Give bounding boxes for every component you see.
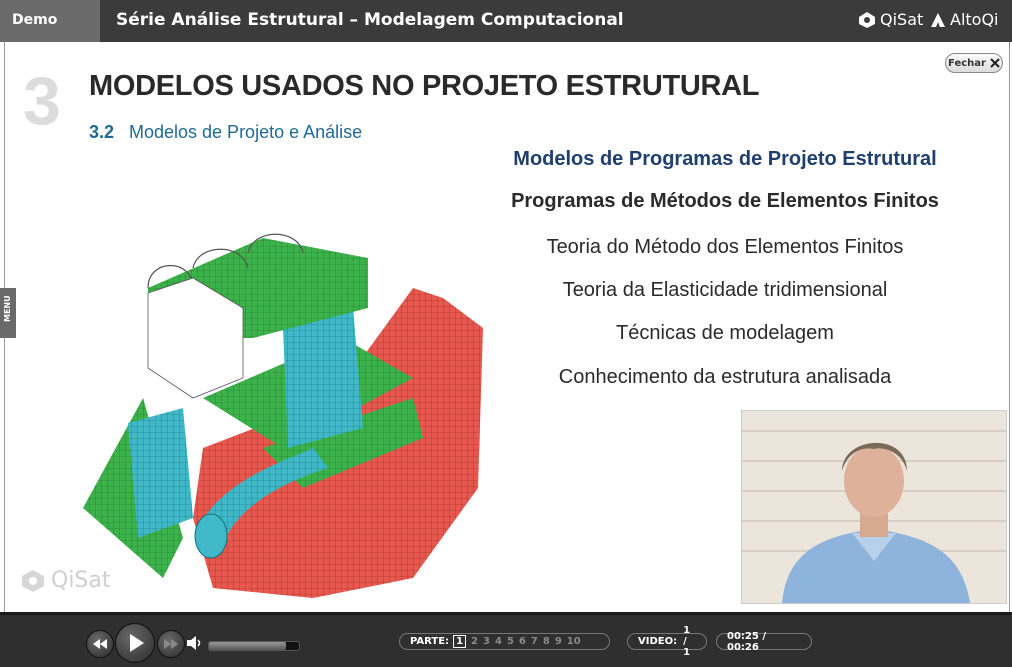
presenter-image (742, 411, 1006, 603)
part-item[interactable]: 6 (519, 636, 526, 647)
bullet-item: Teoria do Método dos Elementos Finitos (546, 236, 904, 258)
part-item[interactable]: 8 (543, 636, 550, 647)
forward-button[interactable] (157, 630, 185, 658)
close-icon (990, 58, 1000, 68)
video-label: VIDEO: (638, 636, 678, 647)
bullet-item: Teoria da Elasticidade tridimensional (562, 279, 888, 301)
menu-label: MENU (3, 295, 12, 322)
slide-area: 3 MODELOS USADOS NO PROJETO ESTRUTURAL 3… (4, 42, 1010, 612)
close-label: Fechar (948, 57, 986, 69)
part-item[interactable]: 2 (471, 636, 478, 647)
part-label: PARTE: (410, 636, 450, 647)
part-item[interactable]: 5 (507, 636, 514, 647)
qisat-watermark-icon (22, 569, 44, 592)
part-item-current[interactable]: 1 (453, 635, 467, 648)
presenter-video[interactable] (741, 410, 1007, 604)
part-item[interactable]: 3 (483, 636, 490, 647)
chapter-title: MODELOS USADOS NO PROJETO ESTRUTURAL (89, 70, 760, 102)
video-counter: VIDEO: 1 / 1 (627, 625, 707, 658)
watermark-text: QiSat (51, 568, 111, 593)
chapter-number: 3 (23, 63, 61, 139)
part-item[interactable]: 7 (531, 636, 538, 647)
qisat-brand-text: QiSat (880, 10, 924, 29)
course-title: Série Análise Estrutural – Modelagem Com… (116, 10, 624, 30)
parts-selector: PARTE: 1 2 3 4 5 6 7 8 9 10 (399, 633, 610, 650)
section-number: 3.2 (89, 122, 115, 142)
bullet-item: Conhecimento da estrutura analisada (558, 366, 892, 388)
demo-badge: Demo (0, 0, 100, 42)
play-icon (130, 634, 144, 652)
qisat-watermark: QiSat (21, 568, 111, 593)
forward-icon (164, 639, 178, 649)
top-bar: Demo Série Análise Estrutural – Modelage… (0, 0, 1012, 42)
part-item[interactable]: 10 (567, 636, 581, 647)
part-item[interactable]: 9 (555, 636, 562, 647)
altoqi-logo-icon (931, 12, 945, 27)
finite-element-model-image (83, 233, 483, 598)
time-display: 00:25 / 00:26 (716, 630, 812, 653)
demo-label: Demo (12, 12, 58, 28)
bullet-item: Técnicas de modelagem (616, 322, 834, 344)
bullet-item: Modelos de Programas de Projeto Estrutur… (513, 148, 937, 170)
altoqi-brand-text: AltoQi (950, 10, 999, 29)
section-title: Modelos de Projeto e Análise (129, 122, 363, 142)
volume-icon[interactable] (186, 635, 204, 651)
menu-tab[interactable]: MENU (0, 288, 16, 338)
volume-slider[interactable] (208, 641, 300, 651)
play-button[interactable] (115, 623, 155, 663)
qisat-logo-icon (859, 11, 875, 28)
close-button[interactable]: Fechar (945, 53, 1003, 73)
bullet-item: Programas de Métodos de Elementos Finito… (511, 190, 939, 212)
video-value: 1 / 1 (683, 625, 691, 658)
part-item[interactable]: 4 (495, 636, 502, 647)
qisat-logo: QiSat (858, 10, 923, 29)
rewind-icon (93, 639, 107, 649)
altoqi-logo: AltoQi (930, 10, 999, 29)
rewind-button[interactable] (86, 630, 114, 658)
player-bar: PARTE: 1 2 3 4 5 6 7 8 9 10 VIDEO: 1 / 1… (0, 612, 1012, 667)
time-value: 00:25 / 00:26 (727, 630, 766, 653)
volume-fill (209, 642, 286, 650)
